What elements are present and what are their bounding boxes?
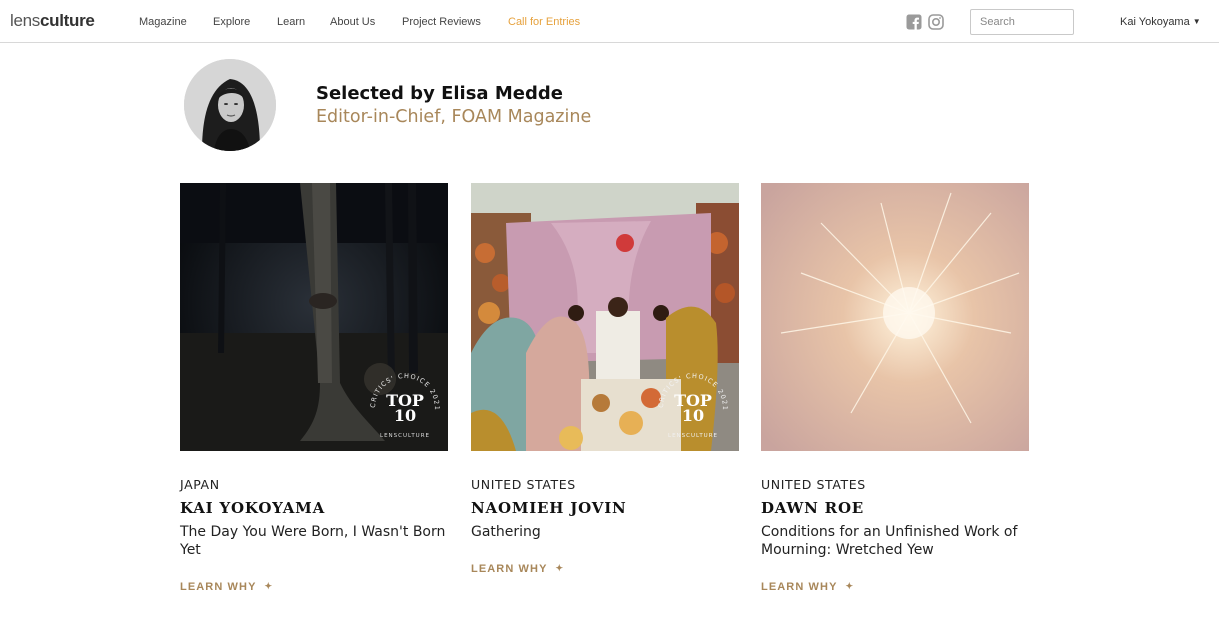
top10-badge: CRITICS' CHOICE 2021 TOP 10 LENSCULTURE: [369, 372, 440, 439]
entry-title[interactable]: Conditions for an Unfinished Work of Mou…: [761, 523, 1036, 559]
learn-why-label: LEARN WHY: [761, 581, 838, 593]
plus-icon: ✦: [555, 563, 565, 573]
top10-badge: CRITICS' CHOICE 2021 TOP 10 LENSCULTURE: [657, 372, 728, 439]
entry-artist[interactable]: NAOMIEH JOVIN: [471, 499, 627, 517]
caret-down-icon: ▼: [1192, 17, 1201, 26]
nav-magazine[interactable]: Magazine: [139, 15, 187, 29]
nav-call-for-entries[interactable]: Call for Entries: [508, 15, 580, 29]
curator-name: Selected by Elisa Medde: [316, 83, 563, 104]
nav-learn[interactable]: Learn: [277, 15, 305, 29]
entry-title[interactable]: Gathering: [471, 523, 746, 541]
entry-image-sparkler[interactable]: [761, 183, 1029, 451]
curator-role: Editor-in-Chief, FOAM Magazine: [316, 107, 592, 127]
nav-explore[interactable]: Explore: [213, 15, 250, 29]
learn-why-link[interactable]: LEARN WHY ✦: [471, 562, 564, 576]
facebook-icon[interactable]: [906, 14, 922, 30]
lensculture-logo[interactable]: lensculture: [10, 11, 95, 31]
instagram-icon[interactable]: [928, 14, 944, 30]
plus-icon: ✦: [264, 581, 274, 591]
svg-text:10: 10: [682, 406, 704, 425]
logo-text-light: lens: [10, 11, 40, 30]
entry-title[interactable]: The Day You Were Born, I Wasn't Born Yet: [180, 523, 455, 559]
user-name: Kai Yokoyama: [1120, 16, 1190, 28]
curator-avatar: [184, 59, 276, 151]
logo-text-bold: culture: [40, 11, 95, 30]
learn-why-link[interactable]: LEARN WHY ✦: [180, 580, 273, 594]
learn-why-link[interactable]: LEARN WHY ✦: [761, 580, 854, 594]
entry-artist[interactable]: KAI YOKOYAMA: [180, 499, 325, 517]
entry-country: UNITED STATES: [471, 477, 576, 492]
learn-why-label: LEARN WHY: [471, 563, 548, 575]
learn-why-label: LEARN WHY: [180, 581, 257, 593]
top-navigation-bar: lensculture Magazine Explore Learn About…: [0, 0, 1219, 43]
search-input[interactable]: [970, 9, 1074, 35]
plus-icon: ✦: [845, 581, 855, 591]
svg-text:LENSCULTURE: LENSCULTURE: [668, 433, 718, 439]
nav-about-us[interactable]: About Us: [330, 15, 375, 29]
entry-image-gathering[interactable]: CRITICS' CHOICE 2021 TOP 10 LENSCULTURE: [471, 183, 739, 451]
entry-image-forest[interactable]: CRITICS' CHOICE 2021 TOP 10 LENSCULTURE: [180, 183, 448, 451]
nav-project-reviews[interactable]: Project Reviews: [402, 15, 481, 29]
entry-country: UNITED STATES: [761, 477, 866, 492]
entry-country: JAPAN: [180, 477, 220, 492]
svg-text:LENSCULTURE: LENSCULTURE: [380, 433, 430, 439]
svg-text:10: 10: [394, 406, 416, 425]
entry-artist[interactable]: DAWN ROE: [761, 499, 864, 517]
user-menu[interactable]: Kai Yokoyama ▼: [1120, 15, 1201, 30]
